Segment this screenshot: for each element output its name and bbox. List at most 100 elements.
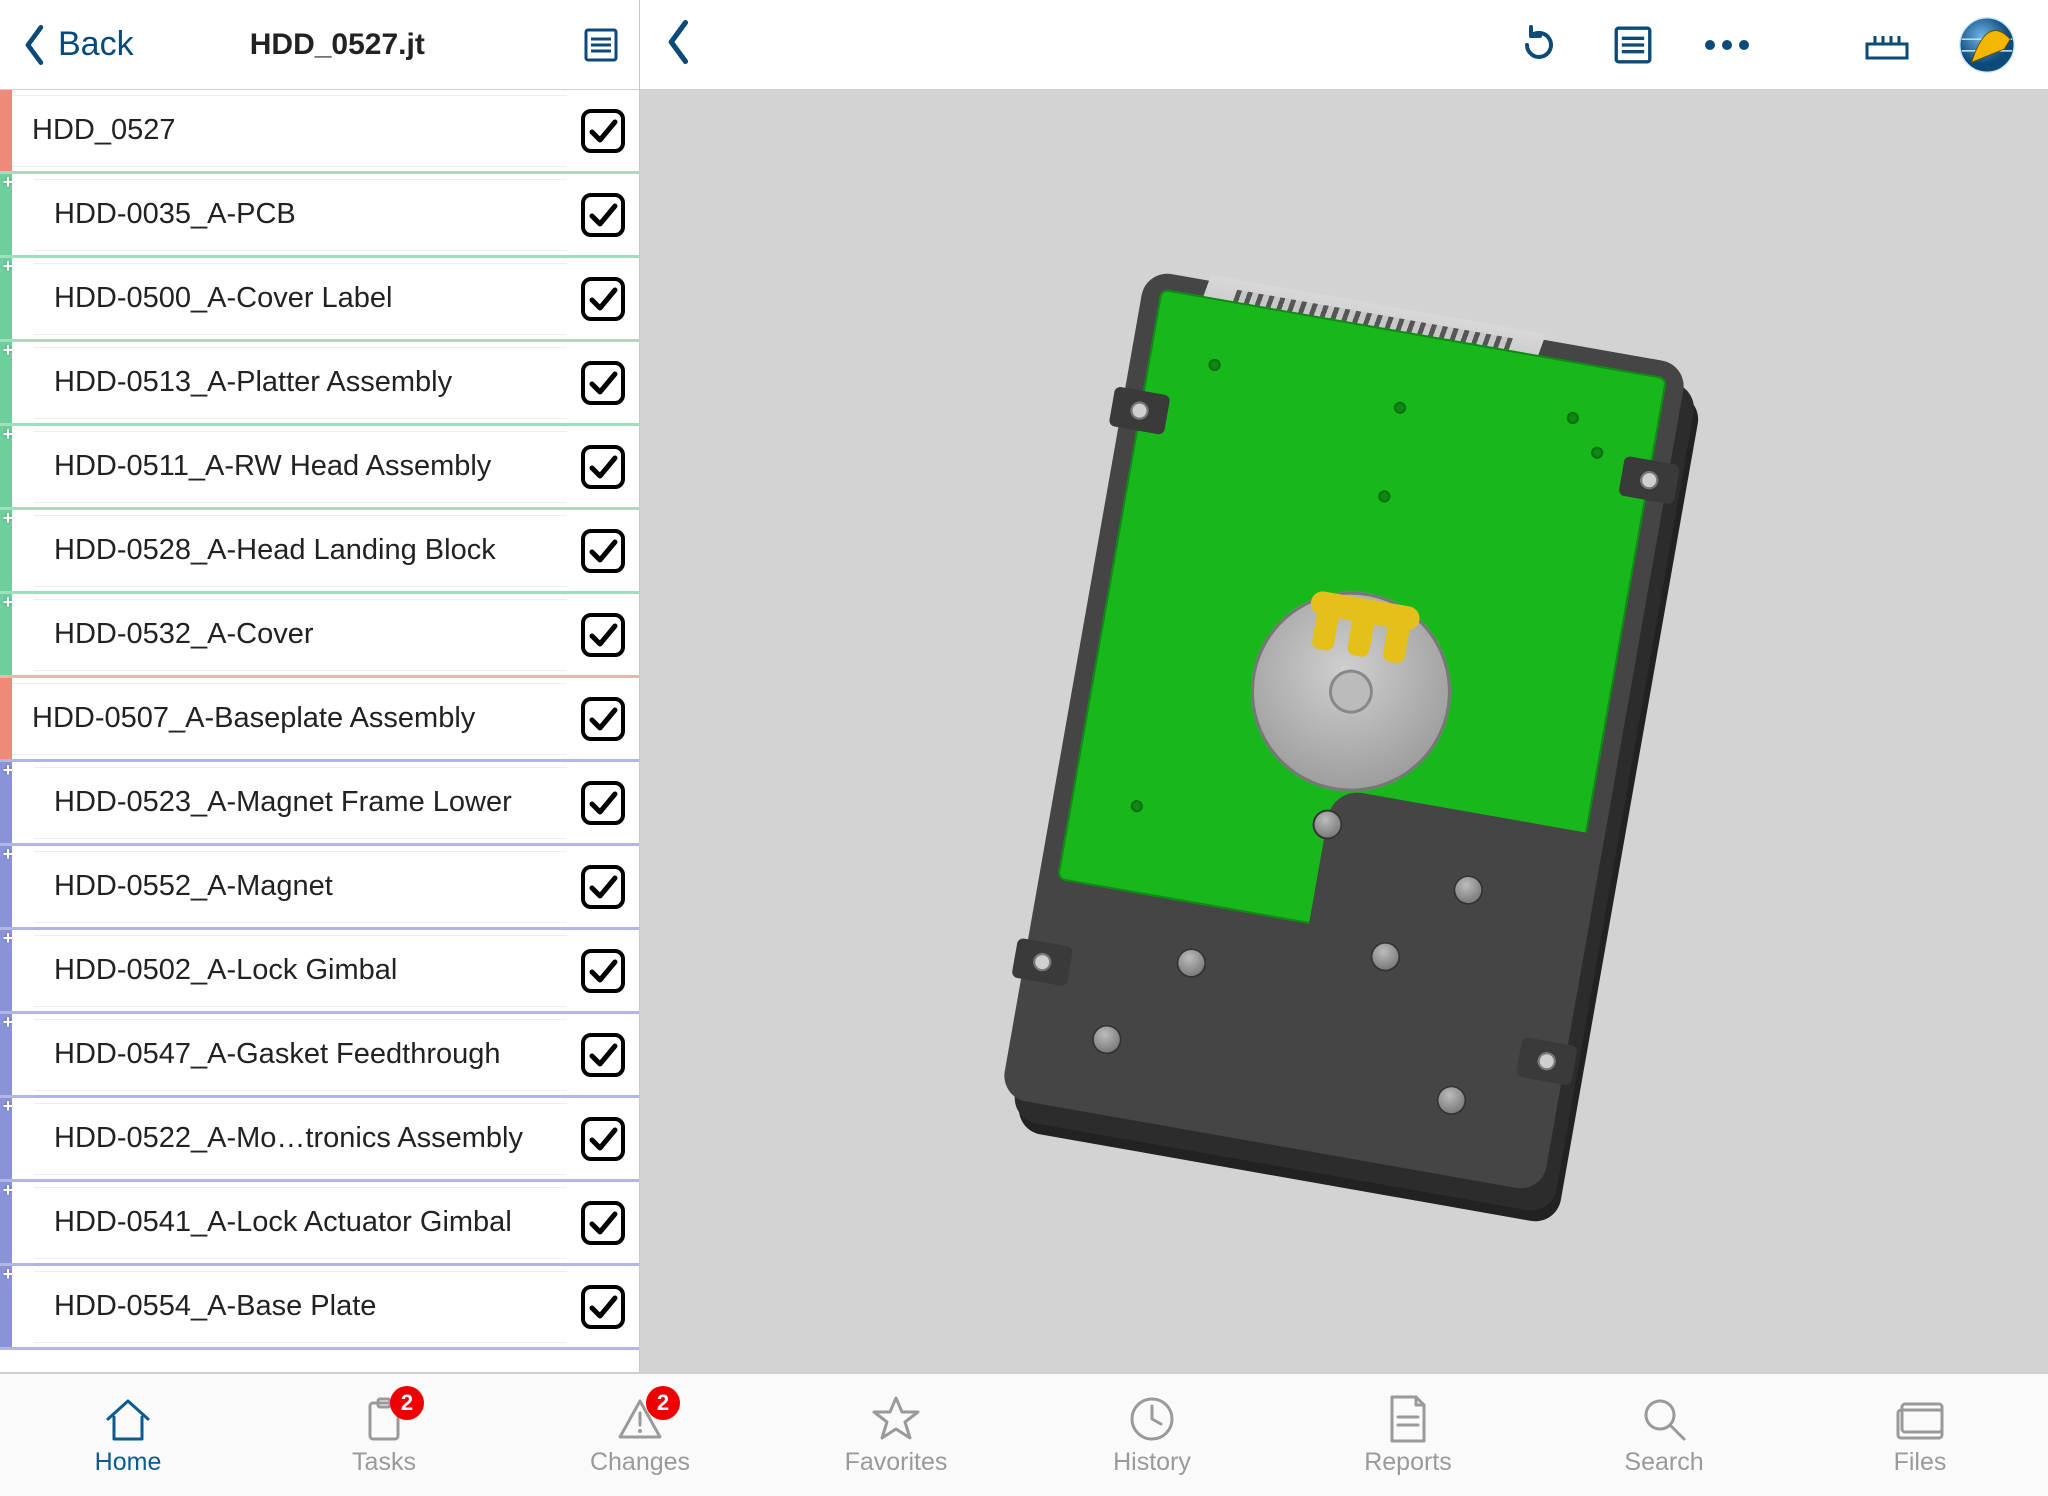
row-accent: + xyxy=(0,930,12,1011)
row-body: HDD-0532_A-Cover xyxy=(34,599,567,671)
tab-favorites[interactable]: Favorites xyxy=(768,1374,1024,1496)
tree-row[interactable]: + HDD-0500_A-Cover Label xyxy=(0,258,639,342)
refresh-icon xyxy=(1517,23,1561,67)
app-logo[interactable] xyxy=(1952,15,2022,75)
row-accent: + xyxy=(0,258,12,339)
visibility-checkbox[interactable] xyxy=(581,1201,625,1245)
visibility-checkbox[interactable] xyxy=(581,1285,625,1329)
tree-row[interactable]: + HDD-0532_A-Cover xyxy=(0,594,639,678)
visibility-checkbox[interactable] xyxy=(581,697,625,741)
tab-label: Home xyxy=(95,1448,162,1477)
back-label: Back xyxy=(58,25,134,64)
tab-reports[interactable]: Reports xyxy=(1280,1374,1536,1496)
home-icon xyxy=(100,1394,156,1444)
part-label: HDD-0513_A-Platter Assembly xyxy=(54,366,452,399)
visibility-checkbox[interactable] xyxy=(581,949,625,993)
tab-home[interactable]: Home xyxy=(0,1374,256,1496)
row-accent: + xyxy=(0,1266,12,1347)
expand-icon[interactable]: + xyxy=(0,509,17,527)
list-view-icon[interactable] xyxy=(581,25,621,65)
visibility-checkbox[interactable] xyxy=(581,865,625,909)
expand-icon[interactable]: + xyxy=(0,845,17,863)
part-label: HDD-0552_A-Magnet xyxy=(54,870,333,903)
files-icon xyxy=(1892,1394,1948,1444)
tree-row[interactable]: +HDD-0554_A-Base Plate xyxy=(0,1266,639,1350)
tree-row[interactable]: HDD-0507_A-Baseplate Assembly xyxy=(0,678,639,762)
visibility-checkbox[interactable] xyxy=(581,1117,625,1161)
row-body: HDD-0513_A-Platter Assembly xyxy=(34,347,567,419)
part-label: HDD-0522_A-Mo…tronics Assembly xyxy=(54,1122,523,1155)
tree-row[interactable]: + HDD-0502_A-Lock Gimbal xyxy=(0,930,639,1014)
row-body: HDD-0511_A-RW Head Assembly xyxy=(34,431,567,503)
3d-canvas[interactable] xyxy=(640,90,2048,1372)
visibility-checkbox[interactable] xyxy=(581,109,625,153)
expand-icon[interactable]: + xyxy=(0,1013,17,1031)
row-body: HDD_0527 xyxy=(12,95,567,167)
expand-icon[interactable]: + xyxy=(0,761,17,779)
tab-label: Favorites xyxy=(845,1448,948,1477)
history-icon xyxy=(1124,1394,1180,1444)
visibility-checkbox[interactable] xyxy=(581,781,625,825)
tab-files[interactable]: Files xyxy=(1792,1374,2048,1496)
viewer-back-button[interactable] xyxy=(666,20,692,69)
sidebar-header: Back HDD_0527.jt xyxy=(0,0,639,90)
viewer-pane xyxy=(640,0,2048,1372)
visibility-checkbox[interactable] xyxy=(581,613,625,657)
expand-icon[interactable]: + xyxy=(0,593,17,611)
visibility-checkbox[interactable] xyxy=(581,277,625,321)
visibility-checkbox[interactable] xyxy=(581,361,625,405)
back-button[interactable]: Back xyxy=(22,25,134,65)
row-body: HDD-0547_A-Gasket Feedthrough xyxy=(34,1019,567,1091)
tab-changes[interactable]: Changes2 xyxy=(512,1374,768,1496)
row-accent: + xyxy=(0,1014,12,1095)
tree-row[interactable]: + HDD-0547_A-Gasket Feedthrough xyxy=(0,1014,639,1098)
visibility-checkbox[interactable] xyxy=(581,529,625,573)
tree-row[interactable]: + HDD-0522_A-Mo…tronics Assembly xyxy=(0,1098,639,1182)
more-button[interactable] xyxy=(1692,15,1762,75)
visibility-checkbox[interactable] xyxy=(581,445,625,489)
part-label: HDD-0502_A-Lock Gimbal xyxy=(54,954,397,987)
tree-row[interactable]: + HDD-0511_A-RW Head Assembly xyxy=(0,426,639,510)
file-title: HDD_0527.jt xyxy=(134,28,581,62)
part-label: HDD-0511_A-RW Head Assembly xyxy=(54,450,491,483)
sidebar: Back HDD_0527.jt HDD_0527 + HDD-0035_A-PCB… xyxy=(0,0,640,1372)
tab-history[interactable]: History xyxy=(1024,1374,1280,1496)
part-label: HDD-0035_A-PCB xyxy=(54,198,296,231)
tree-row[interactable]: + HDD-0552_A-Magnet xyxy=(0,846,639,930)
list-icon xyxy=(1614,26,1652,64)
row-accent: + xyxy=(0,342,12,423)
part-tree[interactable]: HDD_0527 + HDD-0035_A-PCB + HDD-0500_A-Cover… xyxy=(0,90,639,1372)
chevron-left-icon xyxy=(22,25,48,65)
tab-tasks[interactable]: Tasks2 xyxy=(256,1374,512,1496)
expand-icon[interactable]: + xyxy=(0,1265,17,1283)
part-label: HDD-0528_A-Head Landing Block xyxy=(54,534,496,567)
list-button[interactable] xyxy=(1598,15,1668,75)
tree-row[interactable]: + HDD-0513_A-Platter Assembly xyxy=(0,342,639,426)
expand-icon[interactable]: + xyxy=(0,1097,17,1115)
row-body: HDD-0541_A-Lock Actuator Gimbal xyxy=(34,1187,567,1259)
expand-icon[interactable]: + xyxy=(0,929,17,947)
tab-search[interactable]: Search xyxy=(1536,1374,1792,1496)
expand-icon[interactable]: + xyxy=(0,341,17,359)
row-accent: + xyxy=(0,594,12,675)
visibility-checkbox[interactable] xyxy=(581,193,625,237)
tree-row[interactable]: HDD_0527 xyxy=(0,90,639,174)
row-accent xyxy=(0,678,12,759)
visibility-checkbox[interactable] xyxy=(581,1033,625,1077)
tree-row[interactable]: + HDD-0541_A-Lock Actuator Gimbal xyxy=(0,1182,639,1266)
expand-icon[interactable]: + xyxy=(0,173,17,191)
row-body: HDD-0500_A-Cover Label xyxy=(34,263,567,335)
tree-row[interactable]: +HDD-0523_A-Magnet Frame Lower xyxy=(0,762,639,846)
tree-row[interactable]: + HDD-0528_A-Head Landing Block xyxy=(0,510,639,594)
tree-row[interactable]: + HDD-0035_A-PCB xyxy=(0,174,639,258)
globe-icon xyxy=(1952,9,2022,81)
row-accent: + xyxy=(0,1182,12,1263)
part-label: HDD-0500_A-Cover Label xyxy=(54,282,393,315)
expand-icon[interactable]: + xyxy=(0,1181,17,1199)
refresh-button[interactable] xyxy=(1504,15,1574,75)
expand-icon[interactable]: + xyxy=(0,425,17,443)
row-body: HDD-0552_A-Magnet xyxy=(34,851,567,923)
tab-label: Tasks xyxy=(352,1448,416,1477)
expand-icon[interactable]: + xyxy=(0,257,17,275)
measure-button[interactable] xyxy=(1852,15,1922,75)
